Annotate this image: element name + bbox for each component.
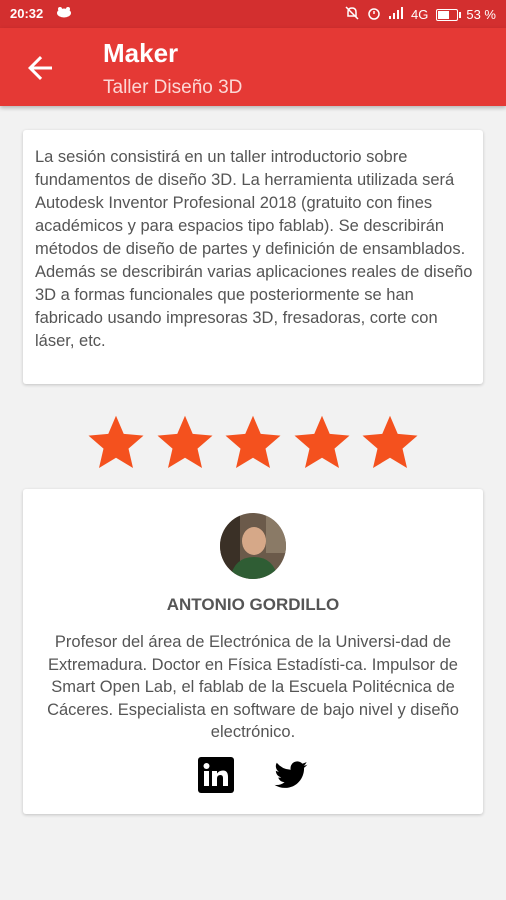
signal-icon bbox=[389, 7, 404, 22]
network-label: 4G bbox=[411, 7, 429, 22]
twitter-icon[interactable] bbox=[273, 757, 309, 793]
app-bar: Maker Taller Diseño 3D bbox=[0, 28, 506, 106]
battery-icon bbox=[436, 8, 462, 21]
star-icon[interactable] bbox=[86, 412, 146, 472]
battery-label: 53 % bbox=[466, 7, 496, 22]
rating-stars[interactable] bbox=[86, 412, 420, 472]
status-bar: 20:32 4G 53 % bbox=[0, 0, 506, 28]
page-title: Maker bbox=[103, 38, 179, 68]
star-icon[interactable] bbox=[155, 412, 215, 472]
star-icon[interactable] bbox=[223, 412, 283, 472]
linkedin-icon[interactable] bbox=[198, 757, 234, 793]
mute-icon bbox=[345, 6, 359, 23]
back-button[interactable] bbox=[22, 50, 58, 86]
description-text: La sesión consistirá en un taller introd… bbox=[35, 148, 473, 350]
page-subtitle: Taller Diseño 3D bbox=[103, 77, 243, 98]
author-name: ANTONIO GORDILLO bbox=[166, 595, 340, 614]
author-card: ANTONIO GORDILLO Profesor del área de El… bbox=[23, 489, 483, 814]
alarm-icon bbox=[367, 6, 381, 23]
star-icon[interactable] bbox=[360, 412, 420, 472]
status-icons: 4G 53 % bbox=[345, 6, 496, 23]
avatar bbox=[220, 513, 286, 579]
back-arrow-icon bbox=[28, 56, 52, 80]
star-icon[interactable] bbox=[292, 412, 352, 472]
notification-icon bbox=[56, 6, 72, 21]
status-time: 20:32 bbox=[10, 6, 44, 21]
author-bio: Profesor del área de Electrónica de la U… bbox=[47, 633, 459, 741]
description-card: La sesión consistirá en un taller introd… bbox=[23, 130, 483, 384]
